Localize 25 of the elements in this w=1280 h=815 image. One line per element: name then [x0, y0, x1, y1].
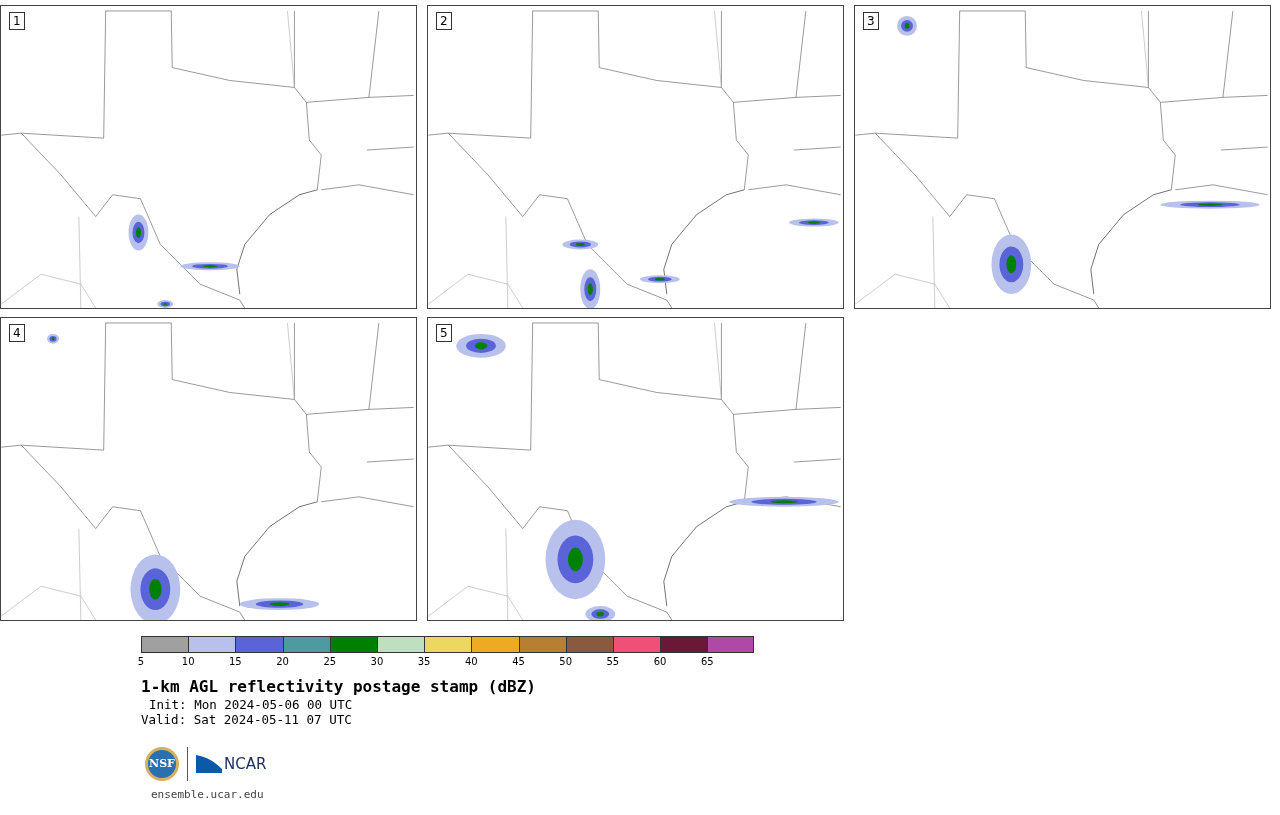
init-time: Init: Mon 2024-05-06 00 UTC	[148, 697, 353, 712]
nsf-logo: NSF	[145, 747, 179, 781]
panel-number: 3	[863, 12, 879, 30]
ncar-mark-icon	[196, 755, 222, 773]
chart-title: 1-km AGL reflectivity postage stamp (dBZ)	[141, 677, 536, 697]
valid-time: Valid: Sat 2024-05-11 07 UTC	[141, 712, 352, 727]
colorbar-tick-label: 5	[137, 656, 145, 668]
footer-url: ensemble.ucar.edu	[151, 787, 264, 803]
colorbar-tick-label: 10	[181, 656, 195, 668]
colorbar-tick-label: 40	[464, 656, 478, 668]
panel-number: 2	[436, 12, 452, 30]
colorbar-tick-label: 45	[512, 656, 525, 668]
colorbar-tick-label: 20	[276, 656, 289, 668]
colorbar-tick-label: 50	[559, 656, 573, 668]
colorbar-tick-label: 35	[417, 656, 431, 668]
colorbar-tick-label: 60	[653, 656, 667, 668]
colorbar-tick-label: 65	[700, 656, 714, 668]
colorbar-tick-label: 15	[229, 656, 242, 668]
colorbar-tick-label: 30	[370, 656, 384, 668]
colorbar-tick-label: 55	[606, 656, 620, 668]
panel-number: 1	[9, 12, 25, 30]
panel-number: 5	[436, 324, 452, 342]
panel-number: 4	[9, 324, 25, 342]
colorbar-tick-label: 25	[323, 656, 337, 668]
ncar-logo: NCAR	[196, 755, 267, 773]
